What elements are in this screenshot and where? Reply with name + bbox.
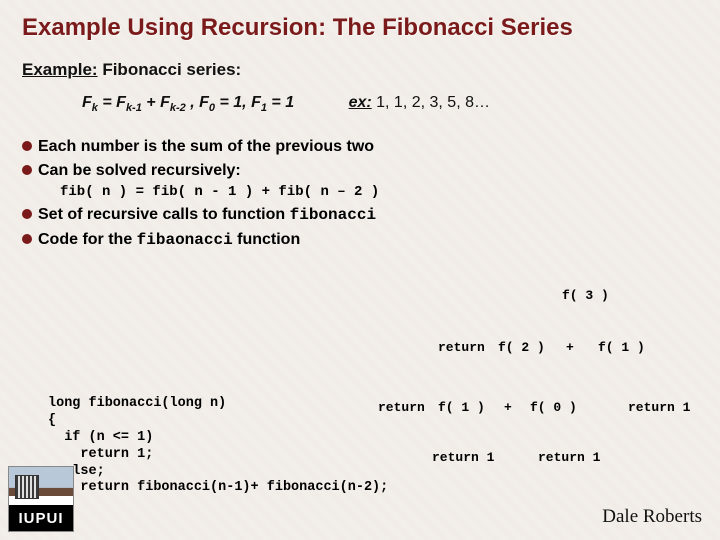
- formula-ex-label: ex:: [349, 94, 372, 111]
- tree-node: return: [438, 340, 485, 355]
- bullet-text: Can be solved recursively:: [38, 160, 241, 182]
- tree-node: return 1: [538, 450, 600, 465]
- formula-var: F: [251, 94, 261, 111]
- formula-var: F: [160, 94, 170, 111]
- example-label: Example:: [22, 60, 98, 79]
- bullet-text: Each number is the sum of the previous t…: [38, 136, 374, 158]
- page-title: Example Using Recursion: The Fibonacci S…: [22, 14, 698, 42]
- example-text: Fibonacci series:: [102, 60, 241, 79]
- formula-sub: k-2: [170, 102, 186, 114]
- formula-sub: 0: [209, 102, 215, 114]
- tree-node: f( 3 ): [562, 288, 609, 303]
- formula-var: F: [199, 94, 209, 111]
- formula-var: F: [82, 94, 92, 111]
- slide: Example Using Recursion: The Fibonacci S…: [0, 0, 720, 540]
- bullet-item: Can be solved recursively:: [22, 160, 698, 182]
- example-line: Example: Fibonacci series:: [22, 60, 698, 80]
- logo: IUPUI: [8, 466, 74, 532]
- formula-var: F: [116, 94, 126, 111]
- code-block: long fibonacci(long n) { if (n <= 1) ret…: [48, 396, 388, 514]
- formula-row: Fk = Fk-1 + Fk-2 , F0 = 1, F1 = 1 ex: 1,…: [82, 94, 698, 114]
- inline-code: fib( n ) = fib( n - 1 ) + fib( n – 2 ): [60, 183, 698, 202]
- logo-picture-icon: [9, 467, 73, 505]
- bullet-mono: fibonacci: [290, 206, 376, 224]
- formula-comma: ,: [190, 94, 199, 111]
- formula-plus: +: [146, 94, 160, 111]
- bullet-icon: [22, 234, 32, 244]
- bullet-text-part: Code for the: [38, 231, 137, 248]
- bullet-icon: [22, 141, 32, 151]
- bullet-item: Set of recursive calls to function fibon…: [22, 204, 698, 227]
- formula-sub: 1: [261, 102, 267, 114]
- tree-node: f( 1 ): [438, 400, 485, 415]
- formula-eq: =: [102, 94, 116, 111]
- tree-node: return 1: [432, 450, 494, 465]
- bullet-mono: fibaonacci: [137, 231, 233, 249]
- bullet-text: Set of recursive calls to function fibon…: [38, 204, 376, 227]
- tree-plus: +: [566, 340, 574, 355]
- tree-node: f( 1 ): [598, 340, 645, 355]
- bullet-list: Each number is the sum of the previous t…: [22, 136, 698, 251]
- formula-base: = 1,: [219, 94, 251, 111]
- formula-sub: k-1: [126, 102, 142, 114]
- bullet-text-part: function: [233, 231, 301, 248]
- bullet-icon: [22, 165, 32, 175]
- formula-sub: k: [92, 102, 98, 114]
- bullet-icon: [22, 209, 32, 219]
- bullet-text-part: Set of recursive calls to function: [38, 206, 290, 223]
- bullet-item: Each number is the sum of the previous t…: [22, 136, 698, 158]
- formula-base: = 1: [271, 94, 294, 111]
- tree-node: return 1: [628, 400, 690, 415]
- bullet-item: Code for the fibaonacci function: [22, 229, 698, 252]
- logo-text: IUPUI: [9, 505, 73, 531]
- tree-plus: +: [504, 400, 512, 415]
- bullet-text: Code for the fibaonacci function: [38, 229, 300, 252]
- formula-ex-values: 1, 1, 2, 3, 5, 8…: [372, 94, 490, 111]
- tree-node: f( 0 ): [530, 400, 577, 415]
- tree-node: f( 2 ): [498, 340, 545, 355]
- author-name: Dale Roberts: [602, 506, 702, 528]
